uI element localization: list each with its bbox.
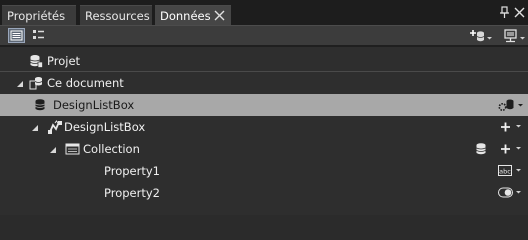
boolean-type-button[interactable] bbox=[498, 186, 524, 200]
tab-properties[interactable]: Propriétés bbox=[2, 5, 76, 25]
database-icon bbox=[33, 98, 47, 112]
database-icon[interactable] bbox=[474, 142, 488, 156]
tab-bar: Propriétés Ressources Données bbox=[0, 0, 528, 25]
tree-item-collection[interactable]: Collection bbox=[0, 138, 528, 160]
tree-item-object[interactable]: DesignListBox bbox=[0, 116, 528, 138]
create-sample-data-button[interactable] bbox=[502, 28, 526, 44]
document-database-icon bbox=[29, 76, 43, 90]
tree-item-property2[interactable]: Property2 bbox=[0, 182, 528, 204]
toolbar bbox=[0, 25, 528, 45]
svg-text:abc: abc bbox=[499, 167, 511, 175]
add-property-button[interactable] bbox=[500, 120, 524, 134]
close-icon[interactable] bbox=[514, 7, 525, 18]
string-type-button[interactable]: abc bbox=[498, 164, 524, 178]
tab-label: Ressources bbox=[85, 9, 150, 23]
tree-item-property1[interactable]: Property1 abc bbox=[0, 160, 528, 182]
tab-label: Propriétés bbox=[7, 9, 66, 23]
tree-item-project[interactable]: Projet bbox=[0, 50, 528, 72]
collection-icon bbox=[65, 142, 80, 156]
toolbar-divider bbox=[0, 45, 528, 47]
add-data-source-button[interactable] bbox=[468, 28, 492, 44]
database-icon bbox=[29, 54, 43, 68]
tree-item-label: DesignListBox bbox=[64, 120, 146, 134]
data-source-options-button[interactable] bbox=[498, 98, 524, 112]
add-property-button[interactable] bbox=[500, 142, 524, 156]
expand-arrow-icon[interactable] bbox=[49, 146, 57, 154]
tab-label: Données bbox=[160, 9, 211, 23]
list-mode-button[interactable] bbox=[8, 28, 25, 43]
expand-arrow-icon[interactable] bbox=[31, 124, 39, 132]
tab-data[interactable]: Données bbox=[155, 5, 231, 25]
tree-item-label: DesignListBox bbox=[53, 98, 135, 112]
tree-item-label: Property2 bbox=[104, 186, 160, 200]
tab-resources[interactable]: Ressources bbox=[80, 5, 152, 25]
close-icon[interactable] bbox=[213, 9, 226, 22]
details-mode-button[interactable] bbox=[31, 28, 48, 43]
data-panel: Propriétés Ressources Données Projet Ce … bbox=[0, 0, 528, 215]
tree-item-label: Ce document bbox=[47, 76, 124, 90]
tree-item-label: Property1 bbox=[104, 164, 160, 178]
tree-item-label: Collection bbox=[83, 142, 140, 156]
object-icon bbox=[47, 120, 62, 134]
expand-arrow-icon[interactable] bbox=[16, 80, 24, 88]
tree-item-data-source[interactable]: DesignListBox bbox=[0, 94, 528, 116]
pin-icon[interactable] bbox=[499, 6, 511, 19]
tree-item-document[interactable]: Ce document bbox=[0, 72, 528, 94]
tree-item-label: Projet bbox=[47, 54, 81, 68]
